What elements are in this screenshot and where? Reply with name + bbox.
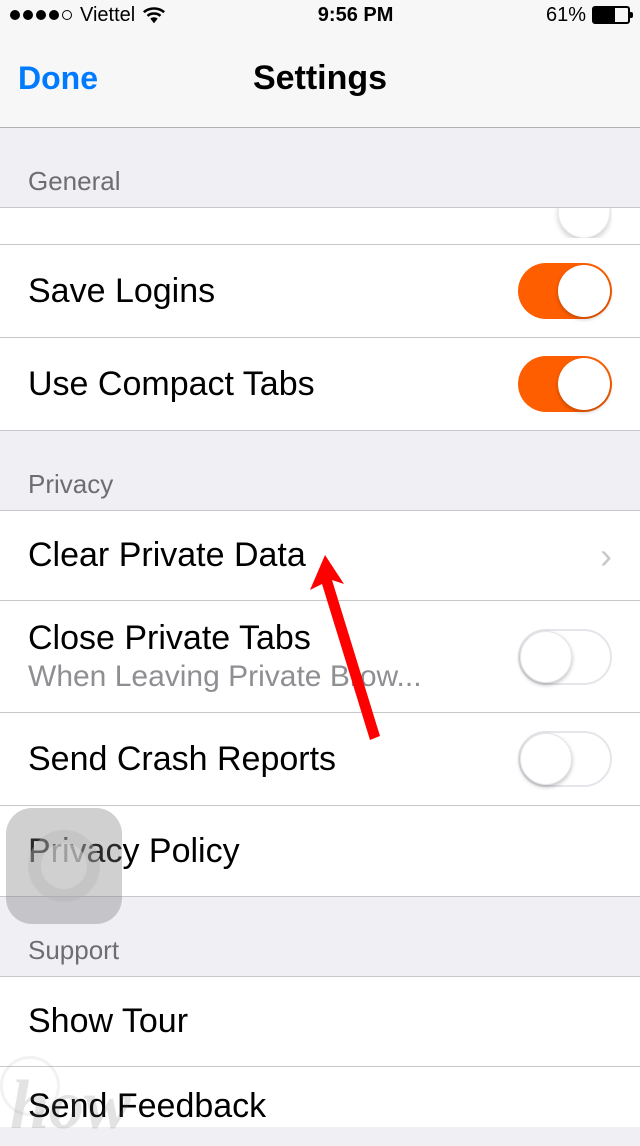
chevron-right-icon: › [600, 535, 612, 577]
show-tour-label: Show Tour [28, 1002, 612, 1041]
toggle-save-logins[interactable] [518, 263, 612, 319]
partial-row-top [0, 208, 640, 245]
toggle-close-private-tabs[interactable] [518, 629, 612, 685]
support-list: Show Tour Send Feedback [0, 976, 640, 1127]
status-bar-right: 61% [546, 4, 630, 27]
close-private-tabs-sublabel: When Leaving Private Brow... [28, 660, 518, 694]
assistive-touch-button[interactable] [6, 808, 122, 924]
clear-private-data-label: Clear Private Data [28, 536, 600, 575]
battery-percent-label: 61% [546, 4, 586, 27]
signal-strength-icon [10, 10, 72, 20]
send-crash-reports-label: Send Crash Reports [28, 740, 518, 779]
save-logins-label: Save Logins [28, 272, 518, 311]
general-list: Save Logins Use Compact Tabs [0, 207, 640, 431]
use-compact-tabs-label: Use Compact Tabs [28, 365, 518, 404]
row-close-private-tabs[interactable]: Close Private Tabs When Leaving Private … [0, 601, 640, 713]
navigation-bar: Done Settings [0, 30, 640, 128]
row-send-crash-reports[interactable]: Send Crash Reports [0, 713, 640, 806]
row-save-logins[interactable]: Save Logins [0, 245, 640, 338]
close-private-tabs-label: Close Private Tabs [28, 619, 518, 658]
section-header-privacy: Privacy [0, 431, 640, 510]
toggle-partial[interactable] [518, 208, 612, 238]
toggle-send-crash-reports[interactable] [518, 731, 612, 787]
wifi-icon [143, 6, 165, 24]
status-bar-left: Viettel [10, 4, 165, 27]
battery-icon [592, 6, 630, 24]
row-send-feedback[interactable]: Send Feedback [0, 1067, 640, 1127]
section-header-general: General [0, 128, 640, 207]
send-feedback-label: Send Feedback [28, 1087, 612, 1126]
toggle-use-compact-tabs[interactable] [518, 356, 612, 412]
carrier-label: Viettel [80, 4, 135, 27]
status-bar-time: 9:56 PM [318, 4, 394, 27]
row-use-compact-tabs[interactable]: Use Compact Tabs [0, 338, 640, 430]
status-bar: Viettel 9:56 PM 61% [0, 0, 640, 30]
row-show-tour[interactable]: Show Tour [0, 977, 640, 1067]
done-button[interactable]: Done [18, 60, 98, 97]
row-clear-private-data[interactable]: Clear Private Data › [0, 511, 640, 601]
